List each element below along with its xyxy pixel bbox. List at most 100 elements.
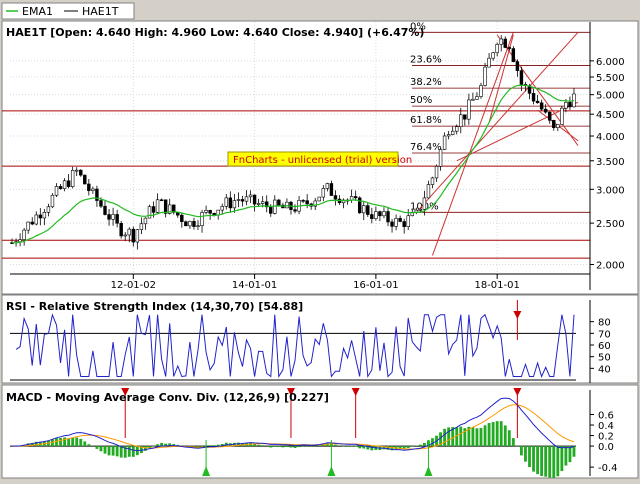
price-tick-label: 2.500 xyxy=(596,219,625,230)
candle-up xyxy=(431,178,434,185)
macd-histogram-bar xyxy=(500,421,503,446)
chart-window: EMA1 HAE1T 0%23.6%38.2%50%61.8%76.4%100%… xyxy=(0,0,640,480)
macd-histogram-bar xyxy=(496,421,499,446)
candle-down xyxy=(370,215,373,219)
macd-histogram-bar xyxy=(310,446,313,447)
fibonacci-label: 38.2% xyxy=(410,77,442,88)
macd-histogram-bar xyxy=(120,446,123,458)
candle-down xyxy=(399,218,402,221)
candle-down xyxy=(209,210,212,213)
candle-down xyxy=(277,200,280,205)
candle-up xyxy=(419,209,422,210)
candle-up xyxy=(205,210,208,212)
candle-down xyxy=(39,215,42,218)
rsi-tick-label: 80 xyxy=(598,318,611,329)
candle-up xyxy=(19,240,22,242)
candle-up xyxy=(75,170,78,171)
price-tick-label: 6.000 xyxy=(596,57,625,68)
macd-histogram-bar xyxy=(108,446,111,455)
macd-histogram-bar xyxy=(564,446,567,465)
candle-up xyxy=(47,207,50,213)
candle-up xyxy=(471,99,474,100)
candle-up xyxy=(564,102,567,108)
macd-histogram-bar xyxy=(508,430,511,446)
fibonacci-label: 50% xyxy=(410,95,432,106)
candle-up xyxy=(484,67,487,85)
candle-up xyxy=(201,212,204,225)
macd-histogram-bar xyxy=(63,437,66,446)
macd-histogram-bar xyxy=(573,446,576,457)
macd-tick-label: 0.6 xyxy=(598,411,614,422)
macd-histogram-bar xyxy=(423,443,426,446)
chart-canvas[interactable]: EMA1 HAE1T 0%23.6%38.2%50%61.8%76.4%100%… xyxy=(0,0,640,480)
macd-tick-label: 0.4 xyxy=(598,421,614,432)
candle-down xyxy=(184,222,187,226)
macd-histogram-bar xyxy=(71,438,74,447)
macd-histogram-bar xyxy=(128,446,131,457)
macd-histogram-bar xyxy=(116,446,119,456)
macd-histogram-bar xyxy=(277,446,280,447)
macd-histogram-bar xyxy=(524,446,527,462)
macd-histogram-bar xyxy=(290,446,293,447)
fibonacci-label: 61.8% xyxy=(410,115,442,126)
candle-down xyxy=(536,101,539,103)
candle-down xyxy=(548,112,551,120)
macd-histogram-bar xyxy=(540,446,543,476)
macd-histogram-bar xyxy=(100,446,103,451)
candle-down xyxy=(294,210,297,211)
macd-histogram-bar xyxy=(318,446,321,447)
candle-up xyxy=(395,218,398,226)
candle-up xyxy=(71,170,74,186)
macd-histogram-bar xyxy=(560,446,563,471)
trial-watermark: FnCharts - unlicensed (trial) version xyxy=(228,152,412,166)
candle-down xyxy=(520,71,523,85)
candle-up xyxy=(257,204,260,205)
candle-down xyxy=(253,195,256,204)
macd-histogram-bar xyxy=(504,425,507,446)
macd-histogram-bar xyxy=(544,446,547,477)
macd-histogram-bar xyxy=(411,446,414,447)
macd-histogram-bar xyxy=(79,439,82,446)
candle-down xyxy=(532,93,535,101)
candle-up xyxy=(427,185,430,198)
macd-histogram-bar xyxy=(67,438,70,446)
macd-histogram-bar xyxy=(273,446,276,447)
candle-down xyxy=(302,200,305,201)
candle-up xyxy=(362,206,365,213)
candle-up xyxy=(560,108,563,124)
legend: EMA1 HAE1T xyxy=(2,3,134,19)
macd-histogram-bar xyxy=(480,428,483,446)
candle-down xyxy=(104,206,107,214)
macd-histogram-bar xyxy=(488,423,491,446)
macd-histogram-bar xyxy=(96,446,99,449)
macd-histogram-bar xyxy=(552,446,555,478)
macd-panel-title: MACD - Moving Average Conv. Div. (12,26,… xyxy=(6,391,329,404)
candle-down xyxy=(67,181,70,187)
candle-down xyxy=(366,206,369,215)
macd-histogram-bar xyxy=(407,446,410,448)
candle-up xyxy=(476,97,479,100)
candle-up xyxy=(140,224,143,230)
legend-ema-label: EMA1 xyxy=(22,5,53,18)
candle-up xyxy=(443,136,446,149)
candle-up xyxy=(496,44,499,52)
candle-up xyxy=(556,124,559,127)
candle-up xyxy=(233,200,236,207)
candle-down xyxy=(387,212,390,222)
candle-down xyxy=(100,201,103,207)
candle-down xyxy=(59,186,62,188)
macd-histogram-bar xyxy=(334,445,337,446)
candle-up xyxy=(447,135,450,136)
candle-down xyxy=(152,207,155,213)
rsi-tick-label: 40 xyxy=(598,364,611,375)
macd-histogram-bar xyxy=(362,446,365,448)
candle-up xyxy=(128,229,131,235)
price-tick-label: 4.000 xyxy=(596,132,625,143)
candle-up xyxy=(383,212,386,216)
macd-histogram-bar xyxy=(415,446,418,447)
macd-histogram-bar xyxy=(528,446,531,467)
candle-up xyxy=(249,195,252,197)
macd-histogram-bar xyxy=(209,445,212,446)
candle-down xyxy=(354,196,357,197)
candle-up xyxy=(148,207,151,219)
